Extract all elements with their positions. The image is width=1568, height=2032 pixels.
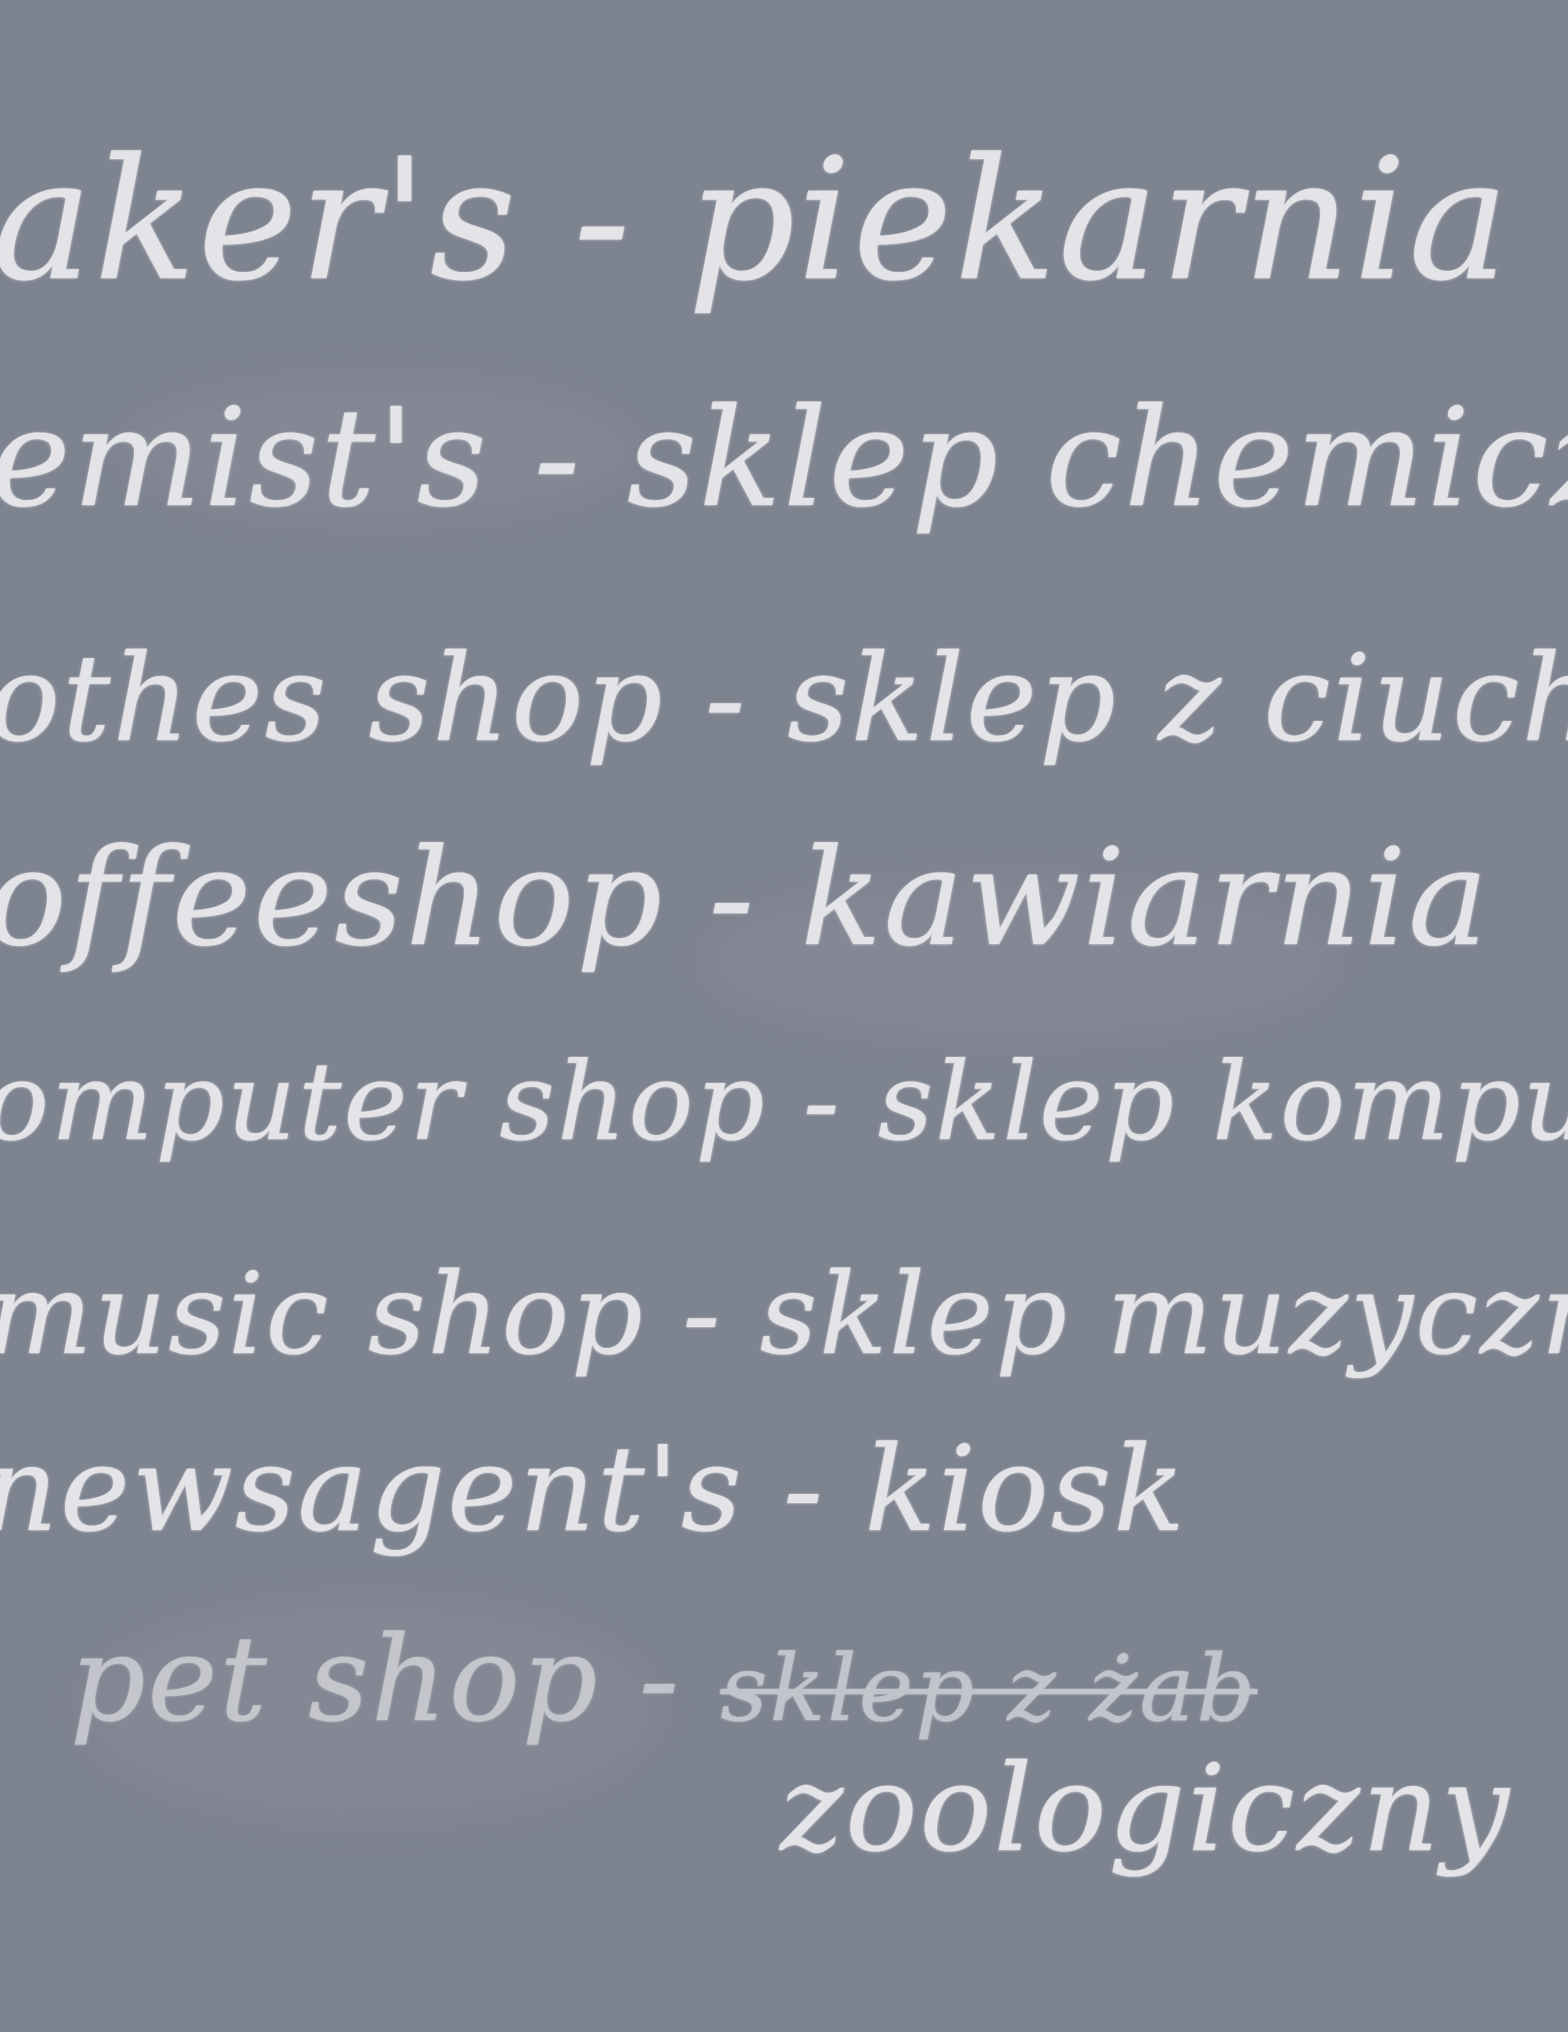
dash: - (638, 1610, 681, 1748)
dash: - (802, 1040, 842, 1165)
english-term: offeeshop (0, 820, 664, 976)
dash: - (708, 820, 756, 976)
line-clothes-shop: othes shop - sklep z ciuchami (0, 630, 1568, 769)
line-music-shop: music shop - sklep muzyczny (0, 1250, 1568, 1380)
dash: - (533, 380, 582, 538)
dash: - (573, 122, 633, 318)
polish-term: kawiarnia (800, 820, 1491, 976)
english-term: aker's (0, 122, 519, 318)
polish-term: sklep komputerowy (877, 1040, 1568, 1165)
dash: - (682, 1250, 723, 1380)
english-term: pet shop (70, 1610, 600, 1748)
crossed-out-term: sklep z żab (720, 1635, 1258, 1742)
english-term: othes shop (0, 630, 665, 769)
line-chemists: emist's - sklep chemiczny (0, 380, 1568, 538)
dash: - (783, 1420, 825, 1558)
line-computer-shop: omputer shop - sklep komputerowy (0, 1040, 1568, 1165)
line-newsagents: newsagent's - kiosk (0, 1420, 1187, 1558)
english-term: omputer shop (0, 1040, 767, 1165)
line-coffeeshop: offeeshop - kawiarnia (0, 820, 1490, 976)
english-term: emist's (0, 380, 489, 538)
line-pet-shop: pet shop - sklep z żab (70, 1610, 1257, 1748)
polish-term: kiosk (864, 1420, 1187, 1558)
english-term: newsagent's (0, 1420, 744, 1558)
chalkboard: aker's - piekarnia emist's - sklep chemi… (0, 0, 1568, 2032)
polish-term: sklep chemiczny (627, 380, 1568, 538)
line-bakers: aker's - piekarnia (0, 122, 1511, 318)
polish-term: zoologiczny (780, 1740, 1512, 1879)
line-pet-shop-answer: zoologiczny (780, 1740, 1511, 1879)
english-term: music shop (0, 1250, 645, 1380)
polish-term: piekarnia (687, 122, 1511, 318)
dash: - (704, 630, 748, 769)
polish-term: sklep muzyczny (759, 1250, 1568, 1380)
polish-term: sklep z ciuchami (787, 630, 1568, 769)
